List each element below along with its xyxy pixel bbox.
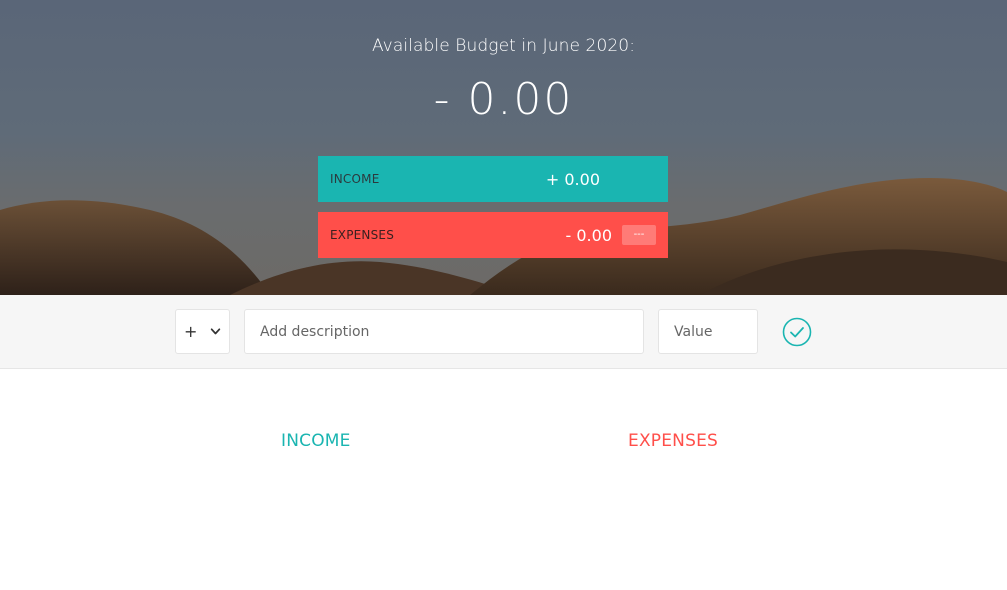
type-select[interactable]: + bbox=[175, 309, 230, 354]
income-list-title: INCOME bbox=[281, 431, 351, 451]
budget-title: Available Budget in June 2020: bbox=[371, 36, 636, 56]
checkmark-circle-icon bbox=[782, 317, 812, 347]
expenses-summary-value: - 0.00 bbox=[565, 225, 612, 245]
income-summary-value: + 0.00 bbox=[545, 169, 600, 189]
expenses-summary: EXPENSES - 0.00 --- bbox=[318, 212, 668, 258]
type-select-value: + bbox=[184, 322, 198, 341]
chevron-down-icon bbox=[210, 328, 221, 335]
description-input[interactable] bbox=[244, 309, 644, 354]
expenses-list-title: EXPENSES bbox=[628, 431, 719, 451]
value-input[interactable] bbox=[658, 309, 758, 354]
expenses-summary-label: EXPENSES bbox=[330, 228, 395, 242]
add-item-button[interactable] bbox=[782, 317, 812, 347]
budget-value: - 0.00 bbox=[433, 74, 574, 125]
add-item-bar: + bbox=[0, 295, 1007, 369]
expenses-percentage-badge: --- bbox=[622, 225, 656, 245]
income-summary: INCOME + 0.00 bbox=[318, 156, 668, 202]
income-summary-label: INCOME bbox=[330, 172, 380, 186]
header-banner: Available Budget in June 2020: - 0.00 IN… bbox=[0, 0, 1007, 295]
